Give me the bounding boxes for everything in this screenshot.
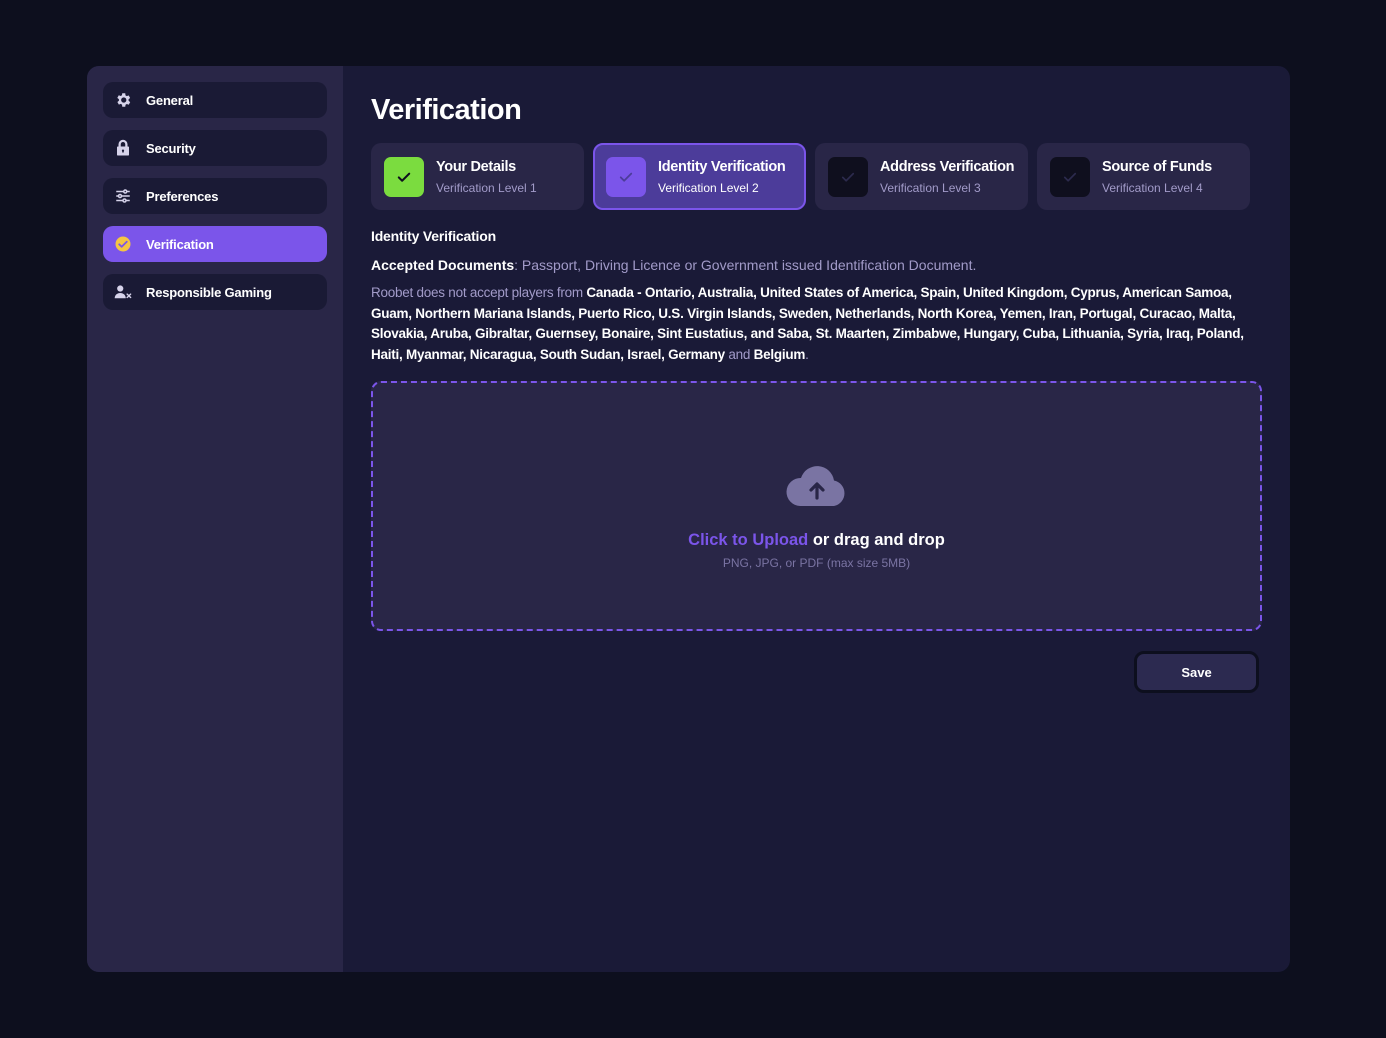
settings-window: General Security Preferences Verificatio… [87, 66, 1290, 972]
verification-steps: Your Details Verification Level 1 Identi… [371, 143, 1262, 210]
step-your-details[interactable]: Your Details Verification Level 1 [371, 143, 584, 210]
sidebar: General Security Preferences Verificatio… [87, 66, 343, 972]
check-icon [828, 156, 868, 197]
step-title: Identity Verification [658, 158, 786, 175]
step-title: Your Details [436, 158, 516, 175]
sidebar-item-label: Verification [146, 236, 214, 252]
check-icon [384, 156, 424, 197]
step-subtitle: Verification Level 2 [658, 180, 759, 195]
gear-icon [114, 91, 132, 109]
accepted-text: : Passport, Driving Licence or Governmen… [514, 257, 977, 273]
user-x-icon [114, 283, 132, 301]
check-icon [1050, 156, 1090, 197]
cloud-upload-icon [785, 464, 848, 513]
click-to-upload-link[interactable]: Click to Upload [688, 531, 808, 549]
upload-hint: PNG, JPG, or PDF (max size 5MB) [722, 556, 911, 570]
upload-instructions: Click to Upload or drag and drop [688, 531, 945, 550]
sidebar-item-label: Preferences [146, 188, 219, 204]
notice-and: and [724, 346, 754, 362]
step-address-verification[interactable]: Address Verification Verification Level … [815, 143, 1028, 210]
accepted-documents: Accepted Documents: Passport, Driving Li… [371, 257, 1262, 273]
notice-end: . [805, 346, 809, 362]
main-content: Verification Your Details Verification L… [343, 66, 1290, 972]
step-subtitle: Verification Level 4 [1102, 180, 1203, 195]
sidebar-item-preferences[interactable]: Preferences [103, 178, 327, 214]
sidebar-item-general[interactable]: General [103, 82, 327, 118]
restricted-countries-notice: Roobet does not accept players from Cana… [371, 283, 1262, 365]
sidebar-item-security[interactable]: Security [103, 130, 327, 166]
notice-prefix: Roobet does not accept players from [371, 285, 587, 300]
step-subtitle: Verification Level 1 [436, 180, 537, 195]
lock-icon [114, 139, 132, 157]
notice-last-country: Belgium [753, 346, 806, 362]
step-identity-verification[interactable]: Identity Verification Verification Level… [593, 143, 806, 210]
upload-dropzone[interactable]: Click to Upload or drag and drop PNG, JP… [371, 381, 1262, 631]
accepted-label: Accepted Documents [371, 257, 515, 273]
sidebar-item-label: General [146, 92, 194, 108]
sidebar-item-responsible-gaming[interactable]: Responsible Gaming [103, 274, 327, 310]
sidebar-item-verification[interactable]: Verification [103, 226, 327, 262]
sliders-icon [114, 187, 132, 205]
step-source-of-funds[interactable]: Source of Funds Verification Level 4 [1037, 143, 1250, 210]
check-circle-icon [114, 235, 132, 253]
save-button[interactable]: Save [1134, 651, 1259, 693]
sidebar-item-label: Security [146, 140, 196, 156]
page-title: Verification [371, 94, 522, 126]
sidebar-item-label: Responsible Gaming [146, 284, 272, 300]
step-subtitle: Verification Level 3 [880, 180, 981, 195]
check-icon [606, 156, 646, 197]
step-title: Source of Funds [1102, 158, 1212, 175]
drag-drop-text: or drag and drop [808, 531, 945, 549]
section-heading: Identity Verification [371, 228, 496, 244]
step-title: Address Verification [880, 158, 1015, 175]
